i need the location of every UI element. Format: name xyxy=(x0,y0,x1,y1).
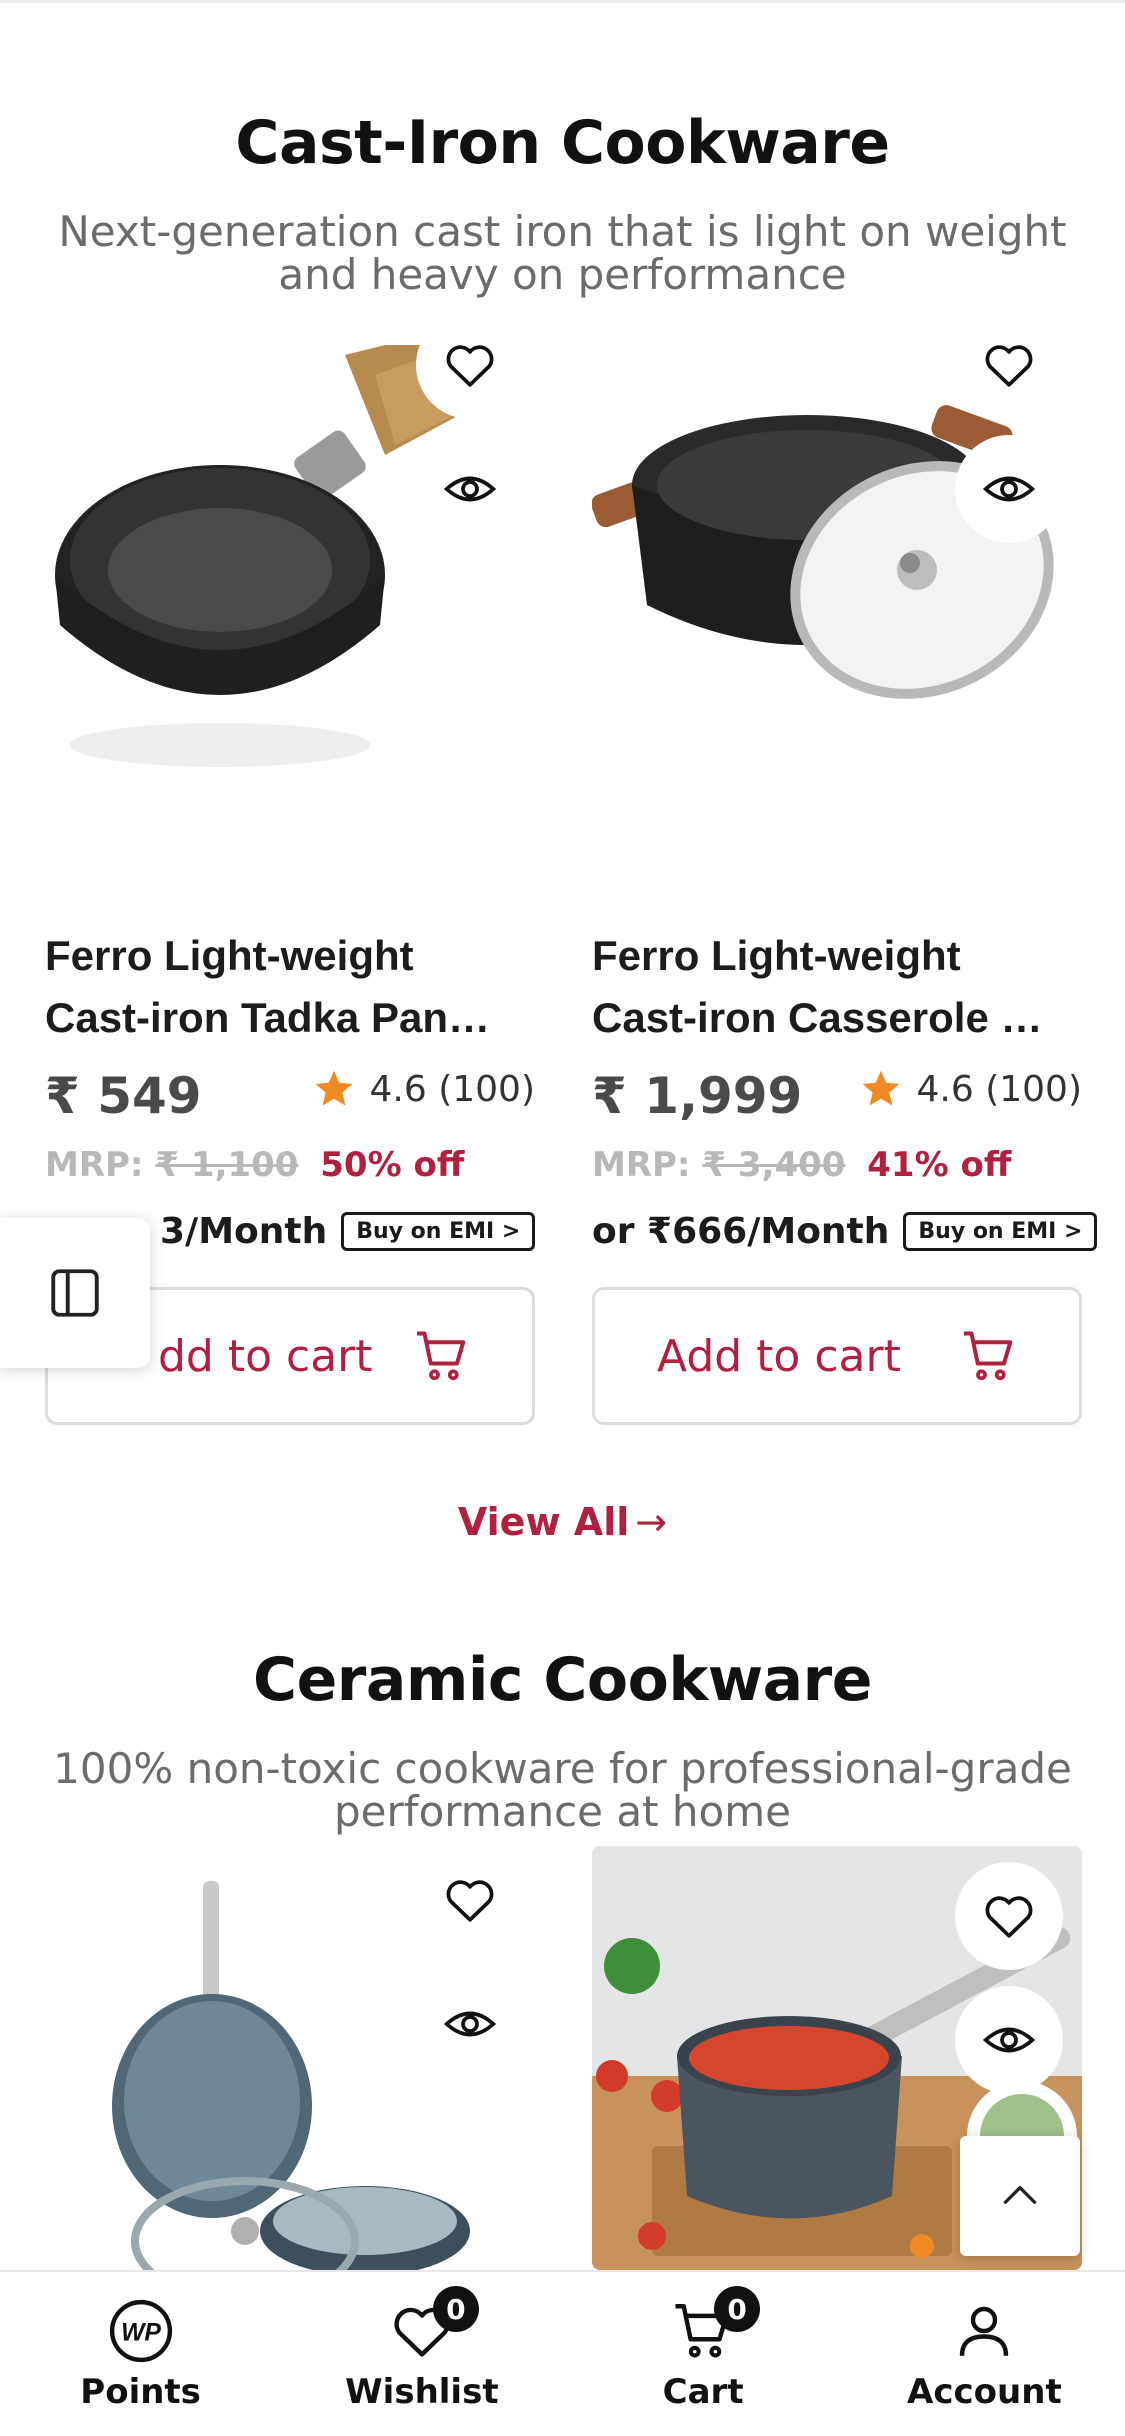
heart-icon xyxy=(985,1896,1033,1938)
discount-text: 41% off xyxy=(867,1145,1012,1185)
tadka-pan-illustration xyxy=(45,345,535,835)
chevron-up-icon xyxy=(1003,2186,1037,2204)
product-price: ₹ 1,999 xyxy=(592,1067,803,1125)
quick-view-button[interactable] xyxy=(416,1970,524,2078)
cart-icon: 0 xyxy=(670,2286,761,2364)
heart-icon xyxy=(985,345,1033,387)
mrp-value: ₹ 3,400 xyxy=(702,1145,846,1185)
eye-icon xyxy=(443,2011,497,2037)
product-name-line: Ferro Light-weight xyxy=(45,932,414,979)
emi-row: 3/Month Buy on EMI > xyxy=(160,1211,536,1252)
product-card-casserole[interactable]: Ferro Light-weight Cast-iron Casserole …… xyxy=(592,345,1098,1425)
cart-icon xyxy=(417,1331,466,1381)
section-subtitle-cast-iron: Next-generation cast iron that is light … xyxy=(50,210,1075,296)
product-name[interactable]: Ferro Light-weight Cast-iron Tadka Pan… xyxy=(45,925,535,1049)
nav-item-points[interactable]: WP Points xyxy=(0,2272,281,2436)
heart-icon xyxy=(446,1880,494,1922)
subtitle-line: performance at home xyxy=(334,1787,791,1836)
rating-text: 4.6 (100) xyxy=(916,1068,1083,1110)
wishlist-button[interactable] xyxy=(416,311,524,419)
wp-logo-text: WP xyxy=(121,2320,161,2347)
quick-view-button[interactable] xyxy=(955,1986,1063,2094)
product-name-line: Cast-iron Casserole … xyxy=(592,994,1043,1041)
wishlist-count-badge: 0 xyxy=(432,2286,479,2332)
star-icon xyxy=(862,1070,899,1106)
add-to-cart-label: dd to cart xyxy=(158,1330,373,1382)
subtitle-line: and heavy on performance xyxy=(278,250,847,299)
product-price: ₹ 549 xyxy=(45,1067,202,1125)
arrow-right-icon: → xyxy=(635,1500,668,1544)
heart-icon xyxy=(446,345,494,387)
section-title-ceramic: Ceramic Cookware xyxy=(253,1645,872,1715)
bottom-navigation: WP Points 0 Wishlist 0 Cart Account xyxy=(0,2270,1125,2436)
emi-row: or ₹666/Month Buy on EMI > xyxy=(592,1211,1098,1252)
nav-item-account[interactable]: Account xyxy=(844,2272,1125,2436)
buy-on-emi-button[interactable]: Buy on EMI > xyxy=(341,1212,536,1251)
mrp-value: ₹ 1,100 xyxy=(155,1145,299,1185)
wishlist-button[interactable] xyxy=(416,1846,524,1954)
rating-text: 4.6 (100) xyxy=(369,1068,536,1110)
nav-label: Wishlist xyxy=(345,2372,499,2412)
nav-label: Points xyxy=(80,2372,201,2412)
nav-item-wishlist[interactable]: 0 Wishlist xyxy=(281,2272,562,2436)
subtitle-line: Next-generation cast iron that is light … xyxy=(58,207,1067,256)
mrp-row: MRP: ₹ 1,100 50% off xyxy=(45,1145,464,1185)
mrp-label: MRP: xyxy=(592,1145,691,1185)
product-name[interactable]: Ferro Light-weight Cast-iron Casserole … xyxy=(592,925,1082,1049)
heart-icon: 0 xyxy=(389,2286,479,2364)
discount-text: 50% off xyxy=(320,1145,465,1185)
nav-item-cart[interactable]: 0 Cart xyxy=(563,2272,844,2436)
eye-icon xyxy=(443,476,497,502)
buy-on-emi-button[interactable]: Buy on EMI > xyxy=(903,1212,1098,1251)
sidebar-toggle-button[interactable] xyxy=(0,1218,150,1368)
subtitle-line: 100% non-toxic cookware for professional… xyxy=(53,1744,1072,1793)
eye-icon xyxy=(982,476,1036,502)
cart-count-badge: 0 xyxy=(714,2286,761,2332)
quick-view-button[interactable] xyxy=(416,435,524,543)
wishlist-button[interactable] xyxy=(955,311,1063,419)
top-divider xyxy=(0,0,1125,3)
product-name-line: Ferro Light-weight xyxy=(592,932,961,979)
view-all-link[interactable]: View All → xyxy=(0,1500,1125,1544)
eye-icon xyxy=(982,2027,1036,2053)
sidebar-panel-icon xyxy=(51,1269,99,1317)
mrp-label: MRP: xyxy=(45,1145,144,1185)
product-rating: 4.6 (100) xyxy=(312,1067,536,1111)
nav-label: Cart xyxy=(662,2372,744,2412)
product-name-line: Cast-iron Tadka Pan… xyxy=(45,994,490,1041)
section-title-cast-iron: Cast-Iron Cookware xyxy=(235,108,890,178)
cart-icon xyxy=(964,1331,1013,1381)
add-to-cart-button[interactable]: Add to cart xyxy=(592,1287,1082,1425)
view-all-label: View All xyxy=(457,1500,630,1544)
quick-view-button[interactable] xyxy=(955,435,1063,543)
emi-text: 3/Month xyxy=(160,1211,328,1252)
product-card-ceramic-set[interactable] xyxy=(45,1846,535,2270)
product-rating: 4.6 (100) xyxy=(859,1067,1083,1111)
user-icon xyxy=(951,2298,1017,2364)
scroll-to-top-button[interactable] xyxy=(960,2136,1080,2256)
nav-label: Account xyxy=(907,2372,1062,2412)
mrp-row: MRP: ₹ 3,400 41% off xyxy=(592,1145,1011,1185)
star-icon xyxy=(315,1070,352,1106)
add-to-cart-label: Add to cart xyxy=(657,1330,901,1382)
wp-points-icon: WP xyxy=(108,2298,174,2364)
wishlist-button[interactable] xyxy=(955,1862,1063,1970)
product-image[interactable] xyxy=(45,345,535,835)
section-subtitle-ceramic: 100% non-toxic cookware for professional… xyxy=(50,1747,1075,1833)
emi-text: or ₹666/Month xyxy=(592,1211,890,1252)
